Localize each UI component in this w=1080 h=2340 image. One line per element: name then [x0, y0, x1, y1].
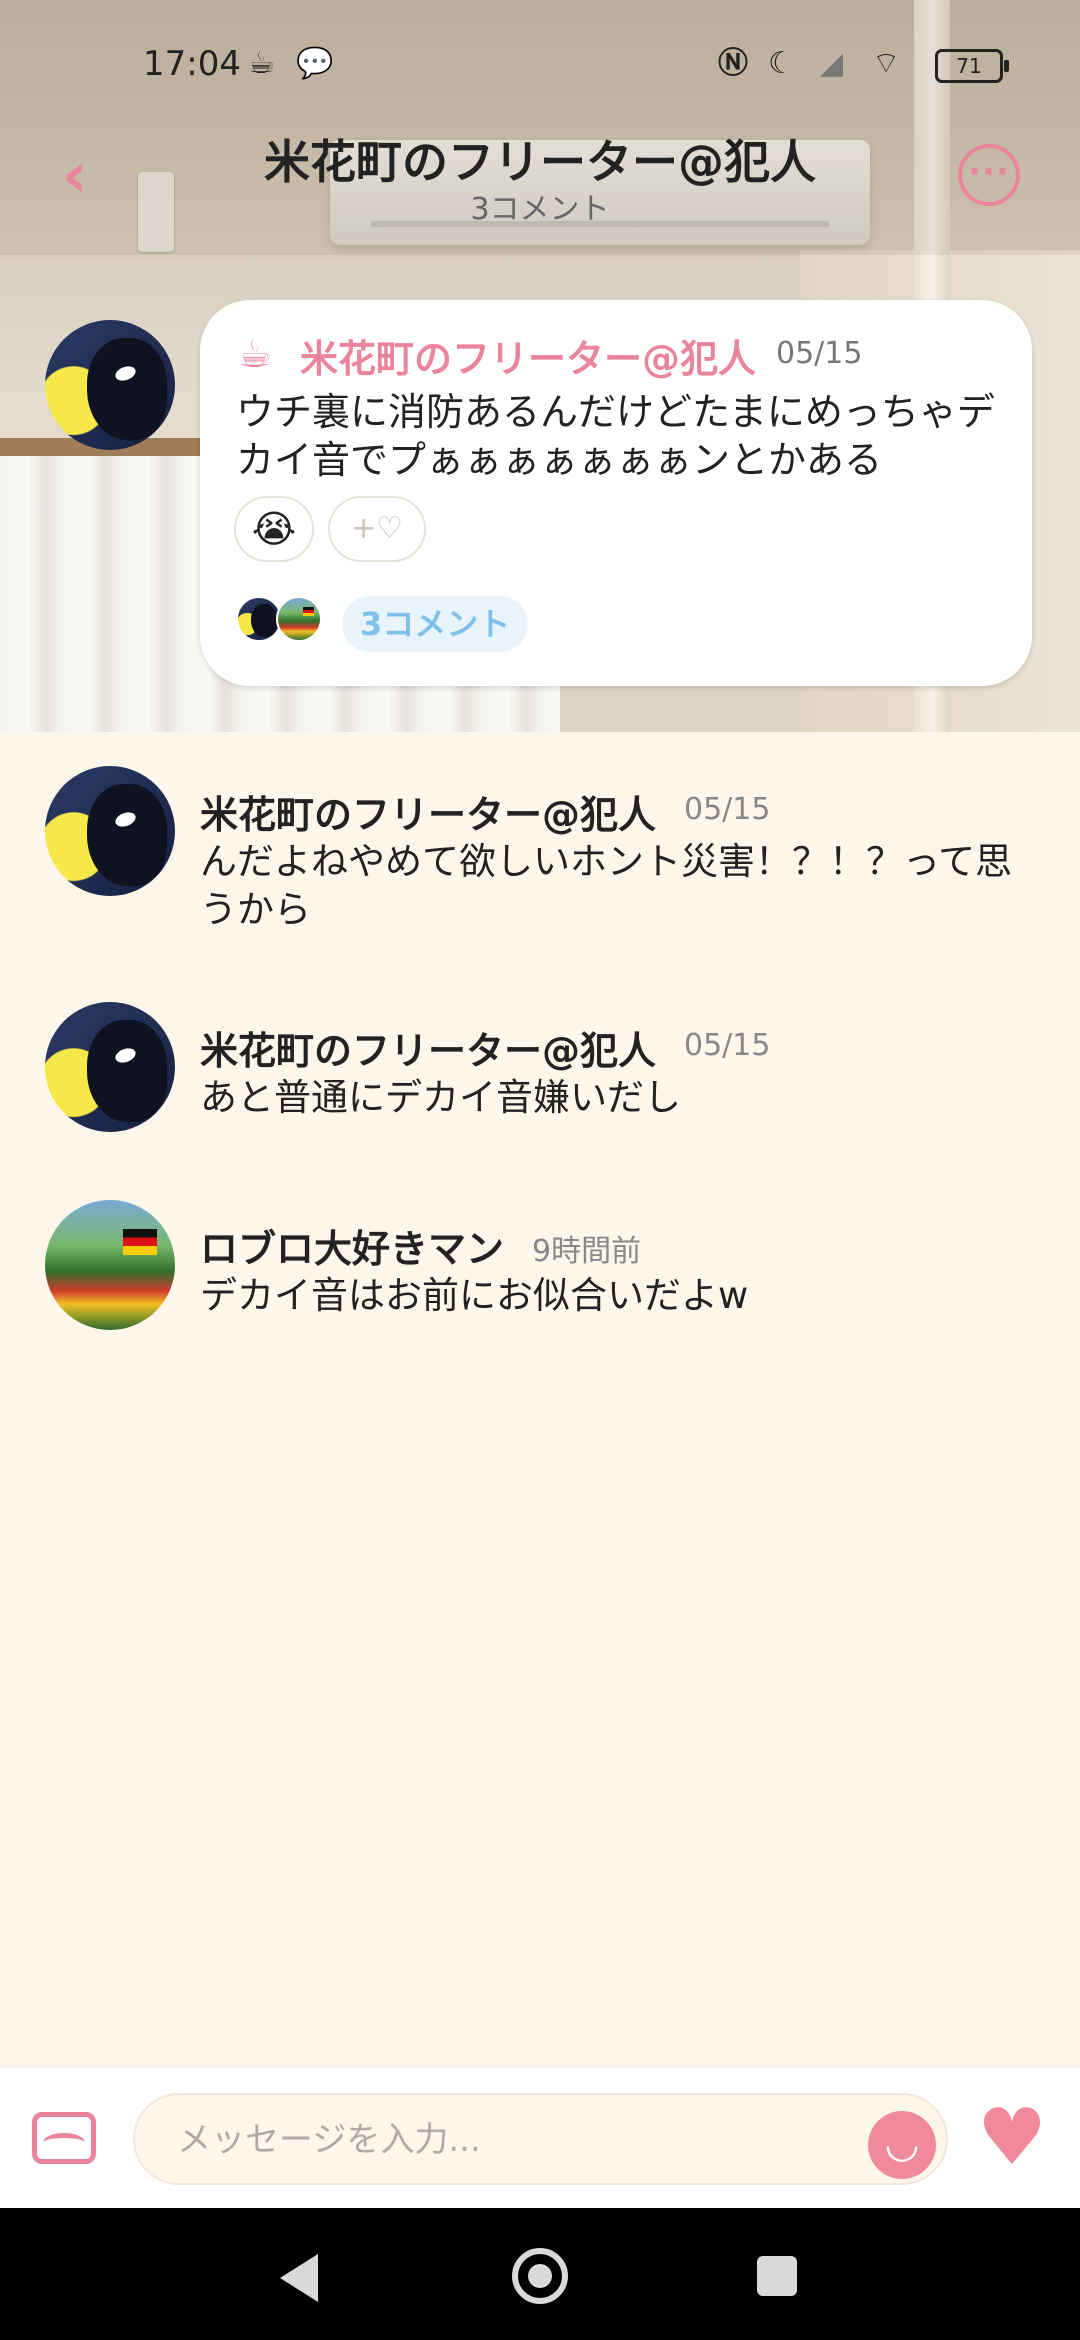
reaction-crying-button[interactable]: 😭: [234, 496, 314, 562]
comment-count-badge[interactable]: 3コメント: [342, 596, 529, 652]
moon-icon: ☾: [768, 46, 795, 81]
more-options-button[interactable]: ···: [958, 144, 1020, 206]
signal-icon: ◢: [820, 46, 844, 81]
battery-icon: 71: [935, 49, 1009, 83]
comment-text: んだよねやめて欲しいホント災害！？！？って思うから: [200, 840, 1013, 931]
back-button[interactable]: ‹: [62, 140, 112, 210]
like-button[interactable]: ♥: [972, 2098, 1052, 2178]
comment-author[interactable]: ロブロ大好きマン: [200, 1218, 504, 1273]
status-time: 17:04: [143, 44, 241, 84]
comment-author[interactable]: 米花町のフリーター@犯人: [200, 1020, 656, 1075]
image-picker-button[interactable]: [32, 2112, 96, 2164]
comment-author[interactable]: 米花町のフリーター@犯人: [200, 784, 656, 839]
wifi-icon: ⌔: [872, 46, 901, 81]
comment-time: 05/15: [684, 792, 771, 827]
system-navigation-bar: [0, 2208, 1080, 2340]
emoji-button[interactable]: ◡: [868, 2111, 936, 2179]
heart-icon: ♥: [977, 2093, 1047, 2183]
comment-time: 05/15: [684, 1028, 771, 1063]
chat-bubble-icon: 💬: [296, 46, 334, 81]
chevron-left-icon: ‹: [62, 138, 88, 211]
post-text: ウチ裏に消防あるんだけどたまにめっちゃデカイ音でプぁぁぁぁぁぁぁンとかある: [236, 390, 995, 482]
post-card: ☕ 米花町のフリーター@犯人 05/15 ウチ裏に消防あるんだけどたまにめっちゃ…: [200, 300, 1032, 686]
add-reaction-button[interactable]: +♡: [328, 496, 426, 562]
page-subtitle: 3コメント: [470, 192, 610, 227]
post-date: 05/15: [776, 336, 863, 371]
nav-recents-button[interactable]: [757, 2256, 797, 2296]
message-input-bar: ◡ ♥: [0, 2068, 1080, 2208]
smile-icon: ◡: [884, 2121, 920, 2167]
comment-text: あと普通にデカイ音嫌いだし: [200, 1076, 681, 1119]
post-author-name[interactable]: 米花町のフリーター@犯人: [300, 328, 756, 383]
message-field-container: ◡: [133, 2093, 948, 2185]
comment-avatar[interactable]: [45, 766, 175, 896]
cup-icon: ☕: [248, 46, 275, 81]
comment-text: デカイ音はお前にお似合いだよw: [200, 1274, 749, 1317]
ellipsis-icon: ···: [968, 152, 1010, 192]
comment-avatar[interactable]: [45, 1002, 175, 1132]
nfc-icon: Ⓝ: [718, 46, 748, 81]
status-bar: 17:04 ☕ 💬 Ⓝ ☾ ◢ ⌔ 71: [0, 40, 1080, 90]
comment-avatar[interactable]: [45, 1200, 175, 1330]
nav-home-button[interactable]: [512, 2248, 568, 2304]
post-author-avatar[interactable]: [45, 320, 175, 450]
page-title: 米花町のフリーター@犯人: [264, 135, 816, 189]
comment-time: 9時間前: [532, 1234, 642, 1269]
nav-back-button[interactable]: [280, 2254, 318, 2302]
message-input[interactable]: [175, 2113, 779, 2167]
cup-icon: ☕: [238, 332, 273, 376]
commenter-avatar: [276, 596, 322, 642]
